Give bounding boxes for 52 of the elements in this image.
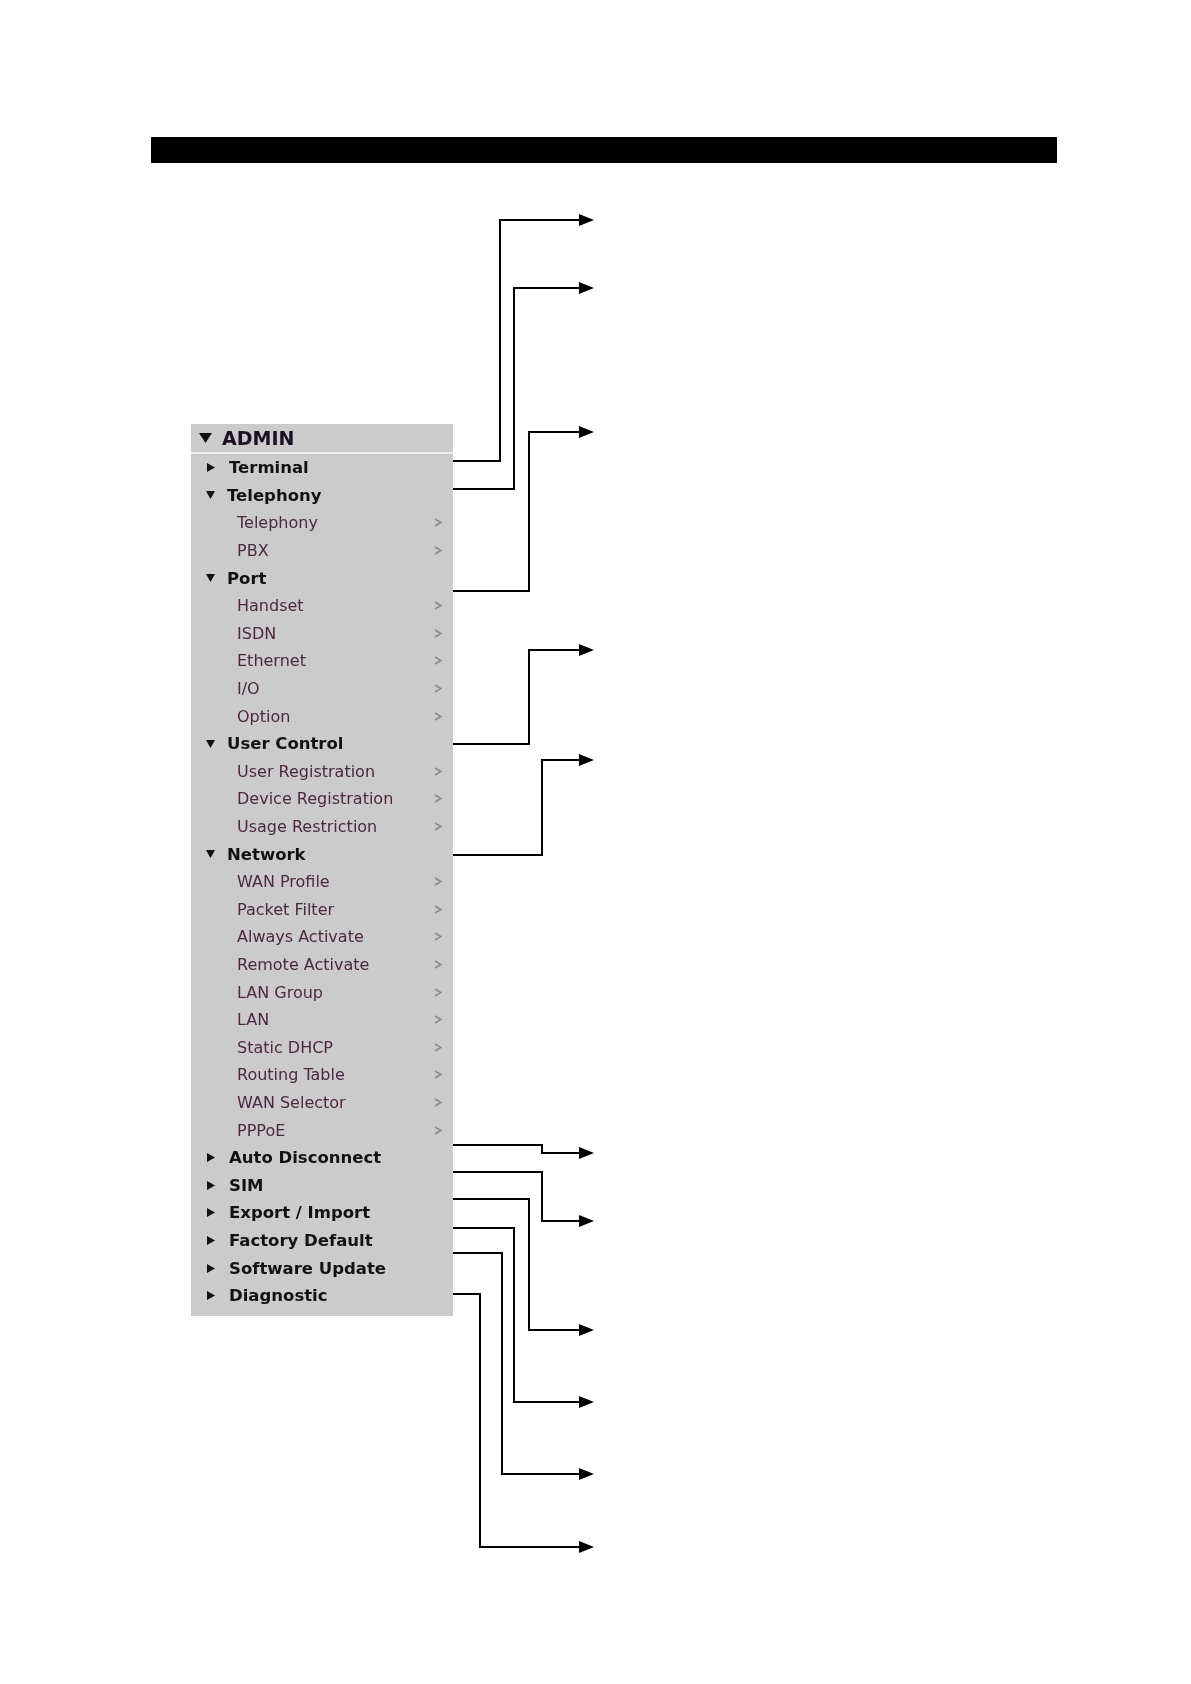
chevron-right-icon [434, 711, 442, 721]
menu-item[interactable]: Option [191, 702, 453, 730]
menu-section[interactable]: SIM [191, 1171, 453, 1200]
menu-item[interactable]: Packet Filter [191, 895, 453, 924]
chevron-right-icon [434, 794, 442, 804]
menu-section[interactable]: Network [191, 840, 453, 868]
chevron-right-icon [434, 932, 442, 942]
chevron-right-icon [434, 1070, 442, 1080]
menu-item[interactable]: Telephony [191, 509, 453, 537]
chevron-right-icon [434, 601, 442, 611]
menu-header[interactable]: ADMIN [191, 424, 453, 454]
menu-section[interactable]: Terminal [191, 454, 453, 482]
menu-section[interactable]: User Control [191, 729, 453, 758]
menu-section[interactable]: Telephony [191, 481, 453, 510]
chevron-right-icon [434, 628, 442, 638]
menu-item[interactable]: Usage Restriction [191, 812, 453, 841]
chevron-right-icon [434, 766, 442, 776]
chevron-right-icon [434, 987, 442, 997]
menu-item[interactable]: Static DHCP [191, 1033, 453, 1062]
menu-item[interactable]: Device Registration [191, 785, 453, 813]
menu-item[interactable]: Routing Table [191, 1061, 453, 1089]
menu-item[interactable]: WAN Selector [191, 1088, 453, 1117]
menu-section[interactable]: Diagnostic [191, 1281, 453, 1310]
menu-section[interactable]: Port [191, 564, 453, 592]
menu-item[interactable]: PPPoE [191, 1116, 453, 1144]
menu-section[interactable]: Auto Disconnect [191, 1143, 453, 1172]
chevron-right-icon [434, 1042, 442, 1052]
chevron-right-icon [434, 1015, 442, 1025]
chevron-right-icon [434, 684, 442, 694]
menu-section[interactable]: Export / Import [191, 1199, 453, 1227]
chevron-right-icon [434, 877, 442, 887]
menu-section[interactable]: Factory Default [191, 1226, 453, 1255]
menu-item[interactable]: Ethernet [191, 647, 453, 675]
menu-item[interactable]: Always Activate [191, 923, 453, 951]
chevron-right-icon [434, 822, 442, 831]
menu-item[interactable]: Remote Activate [191, 950, 453, 979]
chevron-right-icon [434, 546, 442, 556]
chevron-right-icon [434, 960, 442, 969]
menu-item[interactable]: I/O [191, 674, 453, 703]
chevron-right-icon [434, 518, 442, 528]
chevron-right-icon [434, 1125, 442, 1135]
menu-section[interactable]: Software Update [191, 1254, 453, 1282]
chevron-right-icon [434, 656, 442, 666]
menu-item[interactable]: WAN Profile [191, 867, 453, 896]
menu-item[interactable]: User Registration [191, 757, 453, 786]
menu-item[interactable]: ISDN [191, 619, 453, 648]
menu-item[interactable]: LAN Group [191, 978, 453, 1006]
chevron-right-icon [434, 904, 442, 914]
chevron-right-icon [434, 1097, 442, 1107]
menu-item[interactable]: LAN [191, 1005, 453, 1034]
menu-item[interactable]: Handset [191, 591, 453, 620]
menu-item[interactable]: PBX [191, 536, 453, 565]
